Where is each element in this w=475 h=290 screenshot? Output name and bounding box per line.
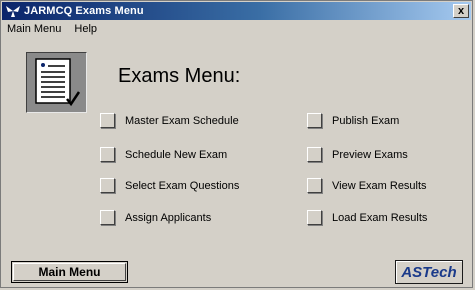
astech-logo: ASTech [395,260,463,284]
publish-exam-button[interactable] [307,113,322,128]
main-menu-button[interactable]: Main Menu [11,261,128,283]
load-exam-results-button[interactable] [307,210,322,225]
menu-bar: Main Menu Help [5,23,99,39]
option-master-exam-schedule[interactable]: Master Exam Schedule [100,113,239,128]
option-label: Schedule New Exam [125,148,228,161]
assign-applicants-button[interactable] [100,210,115,225]
menu-help[interactable]: Help [72,23,99,39]
option-label: Publish Exam [332,114,400,127]
logo-text: ASTech [401,263,457,281]
option-label: Select Exam Questions [125,179,240,192]
main-menu-button-label: Main Menu [38,265,101,279]
option-publish-exam[interactable]: Publish Exam [307,113,399,128]
title-bar[interactable]: JARMCQ Exams Menu x [2,2,471,20]
menu-main-menu[interactable]: Main Menu [5,23,63,39]
window-title: JARMCQ Exams Menu [24,5,144,17]
schedule-new-exam-button[interactable] [100,147,115,162]
option-label: Assign Applicants [125,211,212,224]
option-label: Preview Exams [332,148,408,161]
option-label: Master Exam Schedule [125,114,239,127]
option-preview-exams[interactable]: Preview Exams [307,147,408,162]
preview-exams-button[interactable] [307,147,322,162]
page-title: Exams Menu: [118,65,241,87]
view-exam-results-button[interactable] [307,178,322,193]
select-exam-questions-button[interactable] [100,178,115,193]
option-assign-applicants[interactable]: Assign Applicants [100,210,211,225]
app-window: JARMCQ Exams Menu x Main Menu Help Exams… [0,0,473,288]
master-exam-schedule-button[interactable] [100,113,115,128]
option-view-exam-results[interactable]: View Exam Results [307,178,427,193]
option-load-exam-results[interactable]: Load Exam Results [307,210,427,225]
option-select-exam-questions[interactable]: Select Exam Questions [100,178,239,193]
option-schedule-new-exam[interactable]: Schedule New Exam [100,147,227,162]
close-button[interactable]: x [453,4,469,18]
close-icon: x [457,5,465,17]
option-label: View Exam Results [332,179,427,192]
document-checklist-icon [26,52,87,113]
option-label: Load Exam Results [332,211,428,224]
main-menu-button-face: Main Menu [13,263,126,281]
app-logo-icon [5,3,21,19]
